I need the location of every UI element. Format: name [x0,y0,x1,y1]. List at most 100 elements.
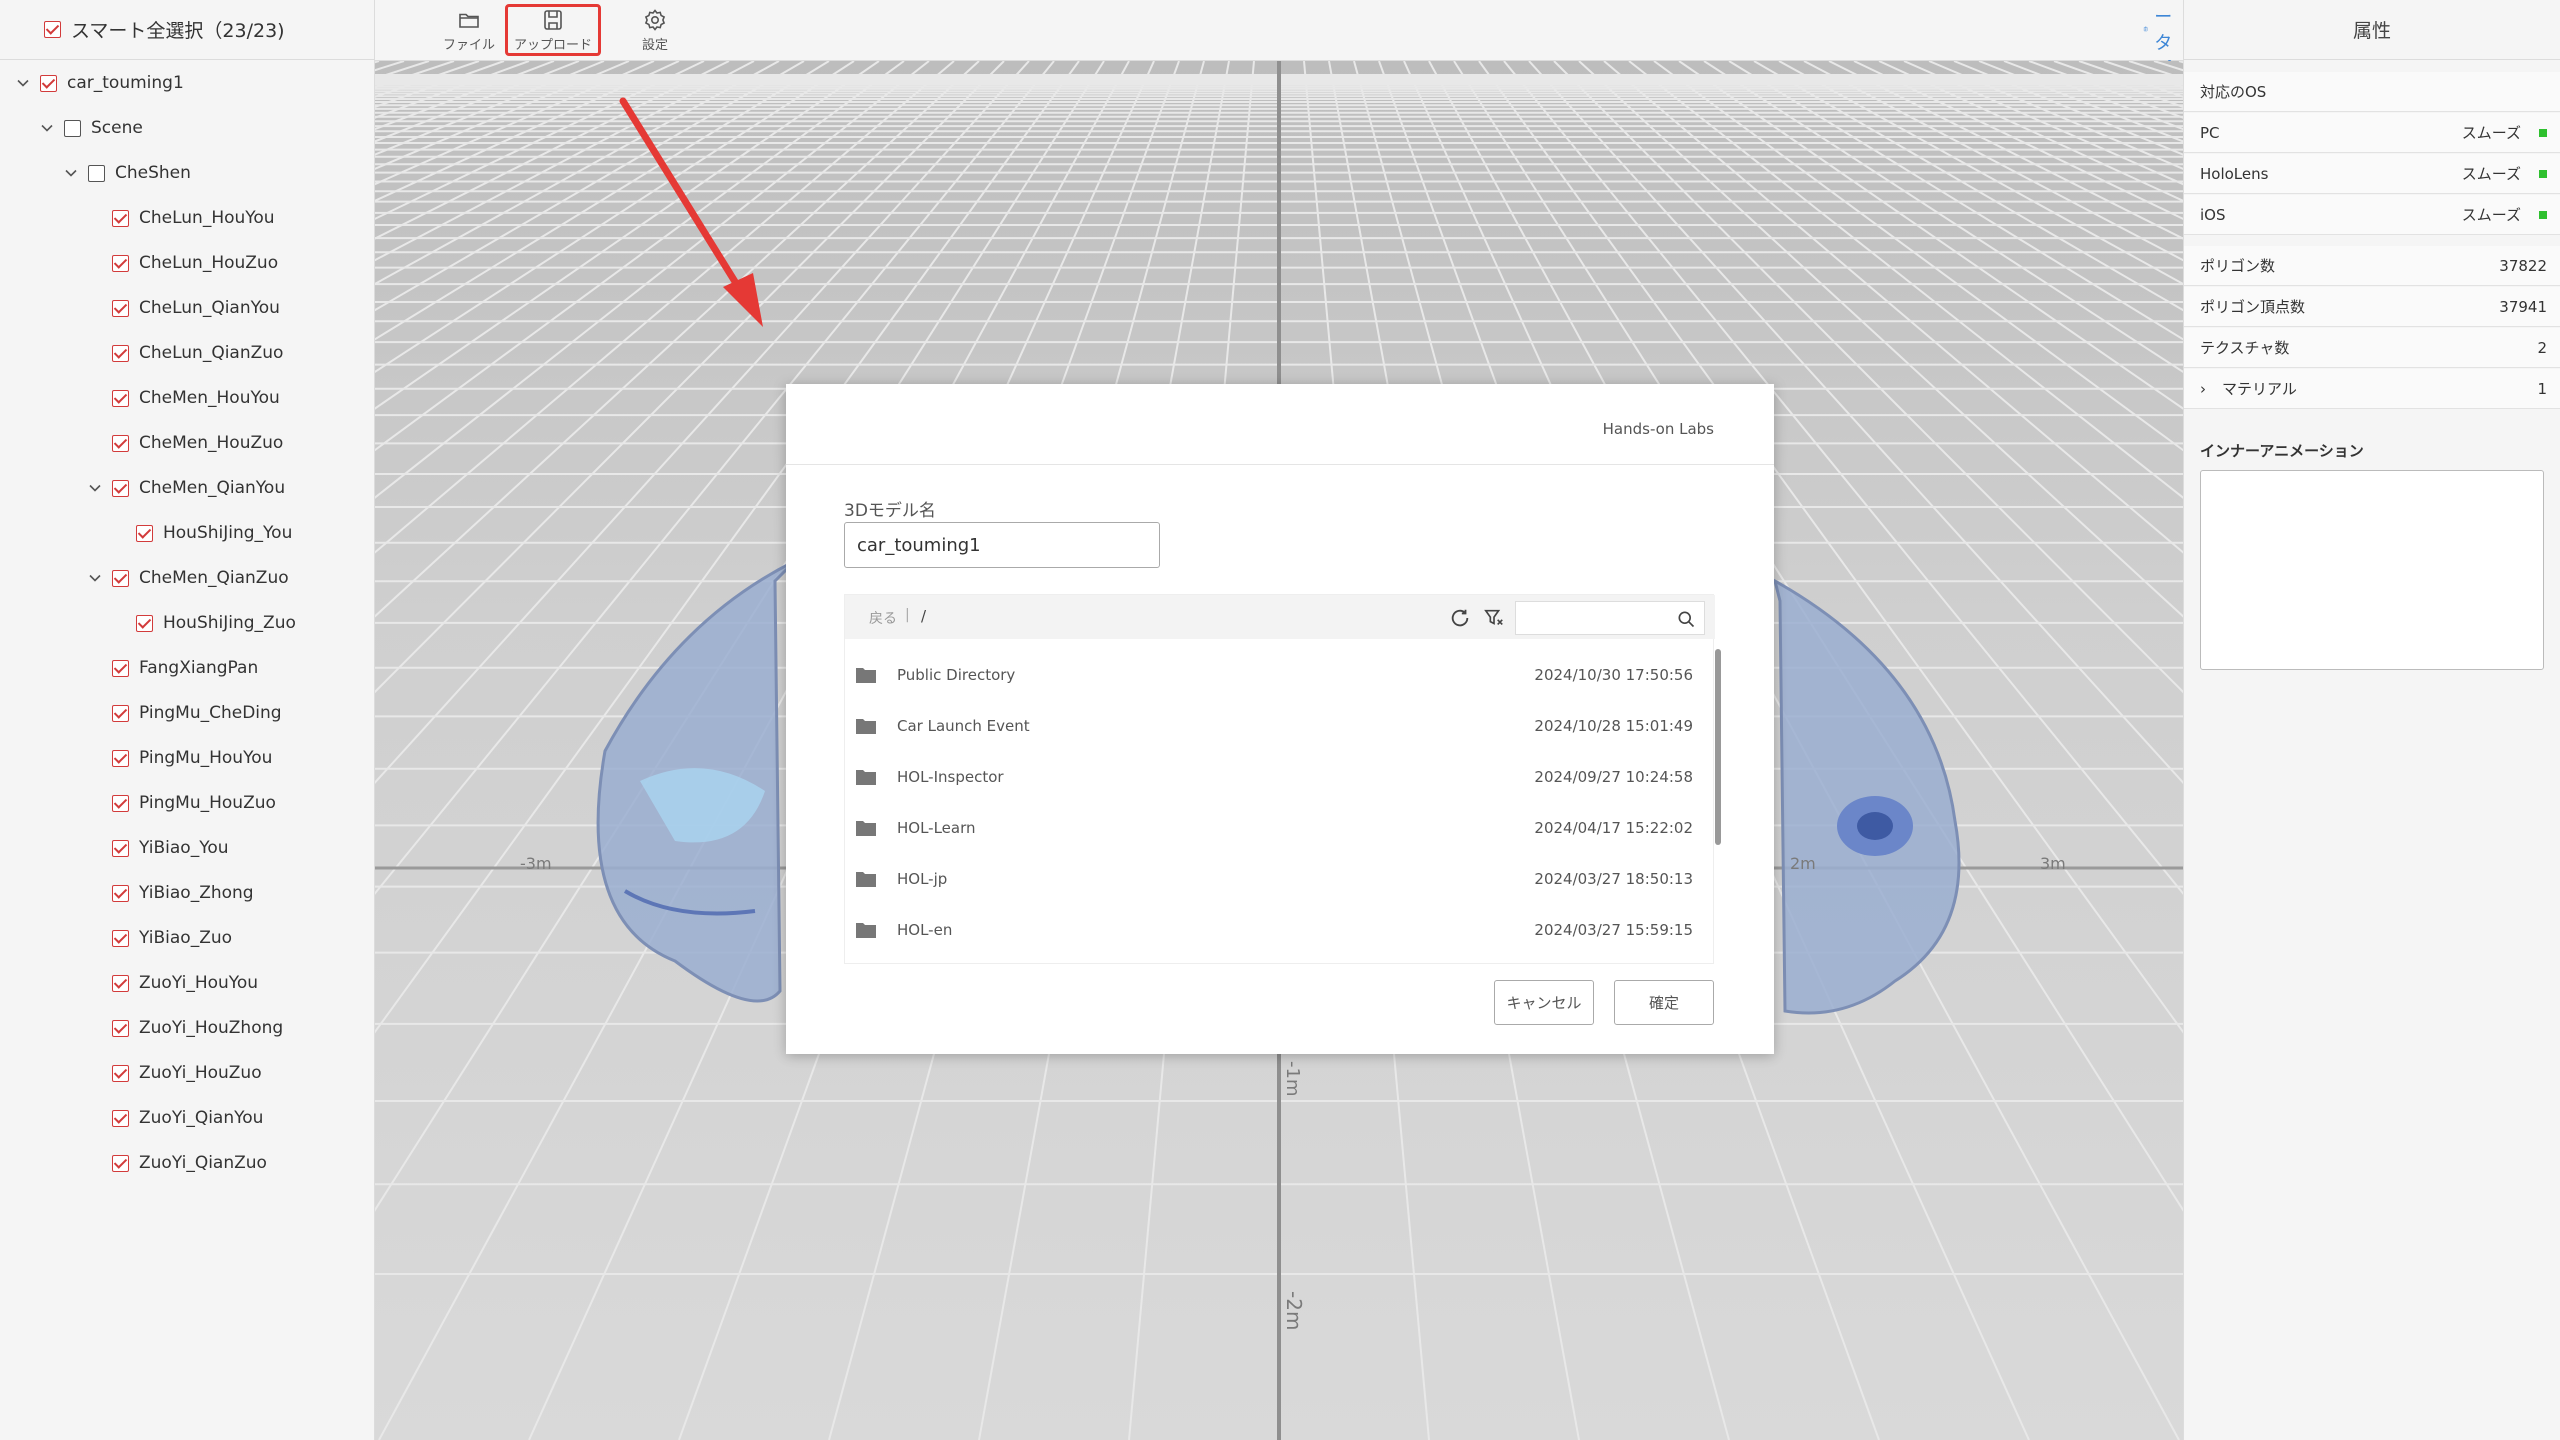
stat-row[interactable]: › マテリアル 1 [2184,369,2560,409]
folder-row[interactable]: HOL-Learn 2024/04/17 15:22:02 [845,802,1703,853]
model-name-input[interactable] [844,522,1160,568]
current-path: / [921,607,927,625]
stat-row: テクスチャ数 2 [2184,328,2560,368]
tree-item-checkbox[interactable] [112,749,129,767]
inner-animation-list[interactable] [2200,470,2544,670]
tree-item-label: CheLun_QianYou [139,298,280,318]
tree-item-checkbox[interactable] [112,344,129,362]
tree-item-label: CheMen_HouZuo [139,433,284,453]
tree-item-checkbox[interactable] [112,659,129,677]
chevron-down-icon[interactable] [88,481,102,495]
tree-item[interactable]: ZuoYi_HouZhong [112,1013,283,1043]
tree-item[interactable]: CheShen [64,158,191,188]
tree-item-label: PingMu_HouYou [139,748,273,768]
stat-value: 37941 [2499,297,2547,316]
tree-item-checkbox[interactable] [112,1154,129,1172]
tree-item-checkbox[interactable] [112,254,129,272]
select-all-row[interactable]: スマート全選択（23/23) [0,0,374,60]
tree-item[interactable]: HouShiJing_You [136,518,292,548]
tree-item-checkbox[interactable] [112,209,129,227]
folder-row[interactable]: Car Launch Event 2024/10/28 15:01:49 [845,700,1703,751]
tree-item-checkbox[interactable] [112,704,129,722]
tree-item-checkbox[interactable] [112,839,129,857]
clipboard-icon [2143,26,2148,32]
upload-button[interactable]: アップロード [505,4,601,56]
folder-icon [856,820,876,836]
tree-item[interactable]: car_touming1 [16,68,184,98]
tree-item-checkbox[interactable] [112,929,129,947]
chevron-down-icon[interactable] [16,76,30,90]
chevron-down-icon[interactable] [64,166,78,180]
folder-browser: 戻る | / Public Directory 2024/10/30 17:50:… [844,594,1721,964]
tree-item[interactable]: PingMu_HouYou [112,743,272,773]
tree-item-checkbox[interactable] [112,389,129,407]
tree-item[interactable]: CheMen_QianYou [88,473,285,503]
tree-item[interactable]: CheLun_QianZuo [112,338,283,368]
tree-item[interactable]: ZuoYi_HouYou [112,968,258,998]
tree-item[interactable]: CheLun_HouYou [112,203,275,233]
tree-item[interactable]: ZuoYi_QianZuo [112,1148,267,1178]
os-row: HoloLens スムーズ [2184,154,2560,194]
tree-item-checkbox[interactable] [112,1109,129,1127]
tree-item[interactable]: CheMen_HouZuo [112,428,283,458]
tree-item-checkbox[interactable] [136,614,153,632]
tree-item[interactable]: YiBiao_Zuo [112,923,232,953]
chevron-down-icon[interactable] [88,571,102,585]
filter-icon[interactable] [1483,607,1505,629]
tree-item-checkbox[interactable] [112,569,129,587]
settings-button[interactable]: 設定 [607,4,703,56]
folder-icon [856,871,876,887]
tree-item-checkbox[interactable] [112,1019,129,1037]
back-button[interactable]: 戻る [869,608,897,628]
tree-item[interactable]: ZuoYi_HouZuo [112,1058,262,1088]
cancel-button[interactable]: キャンセル [1494,980,1594,1025]
tree-item-checkbox[interactable] [112,479,129,497]
stat-row: ポリゴン数 37822 [2184,246,2560,286]
tree-item[interactable]: PingMu_HouZuo [112,788,276,818]
folder-row[interactable]: Public Directory 2024/10/30 17:50:56 [845,649,1703,700]
os-status: スムーズ [2461,165,2521,183]
stat-row: ポリゴン頂点数 37941 [2184,287,2560,327]
tree-item-checkbox[interactable] [40,74,57,92]
tree-item-checkbox[interactable] [112,299,129,317]
tree-item[interactable]: YiBiao_Zhong [112,878,254,908]
file-button[interactable]: ファイル [421,4,517,56]
tree-item-checkbox[interactable] [136,524,153,542]
folder-date: 2024/09/27 10:24:58 [1534,767,1693,786]
tree-item[interactable]: CheLun_QianYou [112,293,280,323]
tree-item-checkbox[interactable] [112,1064,129,1082]
folder-row[interactable]: HOL-jp 2024/03/27 18:50:13 [845,853,1703,904]
tree-item-checkbox[interactable] [112,884,129,902]
folder-row[interactable]: HOL-Inspector 2024/09/27 10:24:58 [845,751,1703,802]
chevron-right-icon[interactable]: › [2200,380,2214,398]
tree-item-checkbox[interactable] [112,794,129,812]
confirm-button[interactable]: 確定 [1614,980,1714,1025]
os-row: PC スムーズ [2184,113,2560,153]
folder-row[interactable]: HOL-en 2024/03/27 15:59:15 [845,904,1703,955]
refresh-icon[interactable] [1449,607,1471,629]
select-all-checkbox[interactable] [44,21,61,38]
stat-value: 2 [2537,338,2547,357]
tree-item[interactable]: CheLun_HouZuo [112,248,278,278]
tree-item-label: YiBiao_Zuo [139,928,233,948]
tree-item-checkbox[interactable] [112,434,129,452]
chevron-down-icon[interactable] [40,121,54,135]
tree-item[interactable]: Scene [40,113,143,143]
tree-item[interactable]: PingMu_CheDing [112,698,282,728]
tree-item[interactable]: HouShiJing_Zuo [136,608,296,638]
tree-item[interactable]: ZuoYi_QianYou [112,1103,263,1133]
tree-item-checkbox[interactable] [64,119,81,137]
tree-item[interactable]: CheMen_QianZuo [88,563,289,593]
tree-item[interactable]: CheMen_HouYou [112,383,280,413]
tree-item-checkbox[interactable] [112,974,129,992]
tree-item[interactable]: YiBiao_You [112,833,229,863]
tree-item-label: ZuoYi_QianYou [139,1108,264,1128]
folder-date: 2024/03/27 15:59:15 [1534,920,1693,939]
tree-item-label: CheMen_QianYou [139,478,286,498]
status-indicator [2539,128,2547,137]
dialog-brand: Hands-on Labs [1602,420,1714,438]
folder-search-input[interactable] [1515,601,1705,635]
folder-scrollbar[interactable] [1715,649,1721,845]
tree-item[interactable]: FangXiangPan [112,653,258,683]
tree-item-checkbox[interactable] [88,164,105,182]
